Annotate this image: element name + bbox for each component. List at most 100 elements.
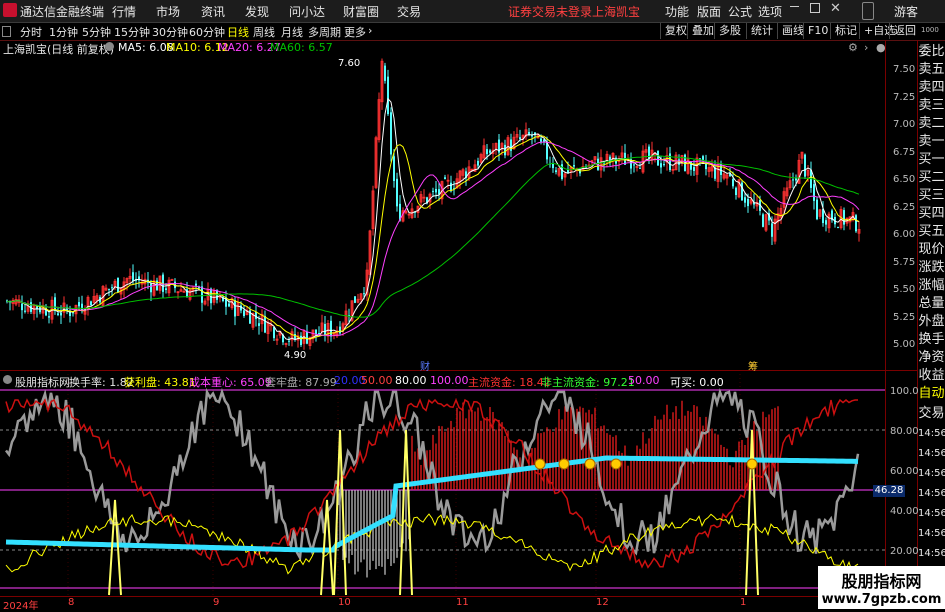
close-icon[interactable]: ✕ [830, 1, 841, 16]
side-item-2[interactable]: 14:56 [918, 484, 945, 504]
minimize-icon[interactable] [790, 6, 799, 7]
battery-icon [862, 2, 874, 20]
candle-body [288, 340, 290, 342]
candle-body [435, 188, 437, 193]
candle-body [387, 76, 389, 115]
side-item[interactable]: 委比 [918, 43, 945, 61]
side-item[interactable]: 买五 [918, 223, 945, 241]
pane-divider[interactable] [0, 370, 918, 371]
side-item[interactable]: 买二 [918, 169, 945, 187]
tool-back[interactable]: 返回 [889, 23, 920, 39]
scale-icon[interactable]: 1000 [921, 26, 939, 34]
menu-wealth[interactable]: 财富圈 [343, 3, 379, 20]
profit-label: 获利盘: 43.81 [124, 376, 196, 389]
maximize-icon[interactable] [810, 3, 820, 13]
side-item[interactable]: 买四 [918, 205, 945, 223]
chip-marker[interactable]: 筹 [748, 358, 758, 373]
tab-daily[interactable]: 日线 [227, 24, 249, 40]
tab-60min[interactable]: 60分钟 [189, 24, 225, 40]
side-item[interactable]: 涨跌 [918, 259, 945, 277]
side-item[interactable]: 换手 [918, 331, 945, 349]
tool-mark[interactable]: 标记 [830, 23, 861, 39]
candle-body [663, 164, 665, 166]
side-item-2[interactable]: 14:56 [918, 544, 945, 564]
indicator-dot-icon[interactable] [3, 375, 12, 384]
chart-canvas[interactable] [0, 40, 918, 596]
side-item[interactable]: 卖一 [918, 133, 945, 151]
tab-monthly[interactable]: 月线 [281, 24, 303, 40]
candle-body [396, 178, 398, 207]
side-item[interactable]: 卖四 [918, 79, 945, 97]
candle-body [792, 179, 794, 181]
login-notice[interactable]: 证券交易未登录 [508, 3, 592, 20]
side-item[interactable]: 买三 [918, 187, 945, 205]
side-item[interactable]: 外盘 [918, 313, 945, 331]
price-axis-label: 5.75 [893, 256, 916, 268]
ma-line [6, 97, 860, 341]
tab-intraday[interactable]: 分时 [20, 24, 42, 40]
tool-multi-stock[interactable]: 多股 [714, 23, 745, 39]
side-item[interactable]: 总量 [918, 295, 945, 313]
tab-more[interactable]: 更多 [344, 24, 366, 40]
tool-stats[interactable]: 统计 [746, 23, 777, 39]
tab-15min[interactable]: 15分钟 [114, 24, 150, 40]
side-item-2[interactable]: 14:56 [918, 424, 945, 444]
app-logo-icon [3, 3, 17, 17]
trapped-label: 套牢盘: 87.99 [265, 376, 337, 389]
axis-divider [885, 40, 886, 596]
finance-marker[interactable]: 财 [420, 358, 430, 373]
side-item[interactable]: 净资 [918, 349, 945, 367]
menu-options[interactable]: 选项 [758, 3, 782, 20]
menu-layout[interactable]: 版面 [697, 3, 721, 20]
stock-link[interactable]: 上海凯宝 [592, 3, 640, 20]
side-item-2[interactable]: 自动 [918, 384, 945, 404]
candle-body [390, 112, 392, 155]
smiley-icon [584, 458, 596, 470]
guest-label[interactable]: 游客 [894, 3, 918, 20]
ind-axis-40: 40.00 [890, 506, 919, 517]
candle-body [855, 215, 857, 232]
side-item[interactable]: 卖二 [918, 115, 945, 133]
side-item[interactable]: 卖五 [918, 61, 945, 79]
more-chevron-icon[interactable]: › [368, 24, 372, 37]
price-axis-label: 6.25 [893, 201, 916, 213]
tool-f10[interactable]: F10 [803, 23, 832, 39]
candle-body [477, 160, 479, 166]
side-item[interactable]: 卖三 [918, 97, 945, 115]
menu-trade[interactable]: 交易 [397, 3, 421, 20]
ind-axis-100: 100.0 [890, 386, 919, 397]
side-item-2[interactable]: 14:56 [918, 444, 945, 464]
date-label-oct: 10 [338, 597, 351, 608]
side-item[interactable]: 涨幅 [918, 277, 945, 295]
menu-news[interactable]: 资讯 [201, 3, 225, 20]
side-item[interactable]: 收益 [918, 367, 945, 385]
menu-ask[interactable]: 问小达 [289, 3, 325, 20]
collapse-icon[interactable] [2, 26, 11, 37]
candle-body [228, 303, 230, 307]
menu-formula[interactable]: 公式 [728, 3, 752, 20]
tab-weekly[interactable]: 周线 [253, 24, 275, 40]
side-item-2[interactable]: 14:56 [918, 504, 945, 524]
side-item-2[interactable]: 交易 [918, 404, 945, 424]
candle-body [555, 170, 557, 173]
side-item-2[interactable]: 14:56 [918, 524, 945, 544]
side-item[interactable]: 现价 [918, 241, 945, 259]
menu-market[interactable]: 市场 [156, 3, 180, 20]
candle-body [531, 135, 533, 137]
candle-body [108, 288, 110, 290]
candle-body [201, 286, 203, 303]
side-item[interactable]: 买一 [918, 151, 945, 169]
tab-30min[interactable]: 30分钟 [152, 24, 188, 40]
indicator-name[interactable]: 股朋指标网 [15, 374, 70, 390]
menu-functions[interactable]: 功能 [665, 3, 689, 20]
candle-body [255, 311, 257, 319]
side-item-2[interactable]: 14:56 [918, 464, 945, 484]
tab-multi-period[interactable]: 多周期 [308, 24, 341, 40]
menu-discover[interactable]: 发现 [245, 3, 269, 20]
high-label: 7.60 [338, 58, 361, 69]
candle-body [150, 283, 152, 293]
tab-5min[interactable]: 5分钟 [82, 24, 111, 40]
menu-quotes[interactable]: 行情 [112, 3, 136, 20]
tab-1min[interactable]: 1分钟 [49, 24, 78, 40]
price-axis-label: 7.50 [893, 64, 916, 75]
